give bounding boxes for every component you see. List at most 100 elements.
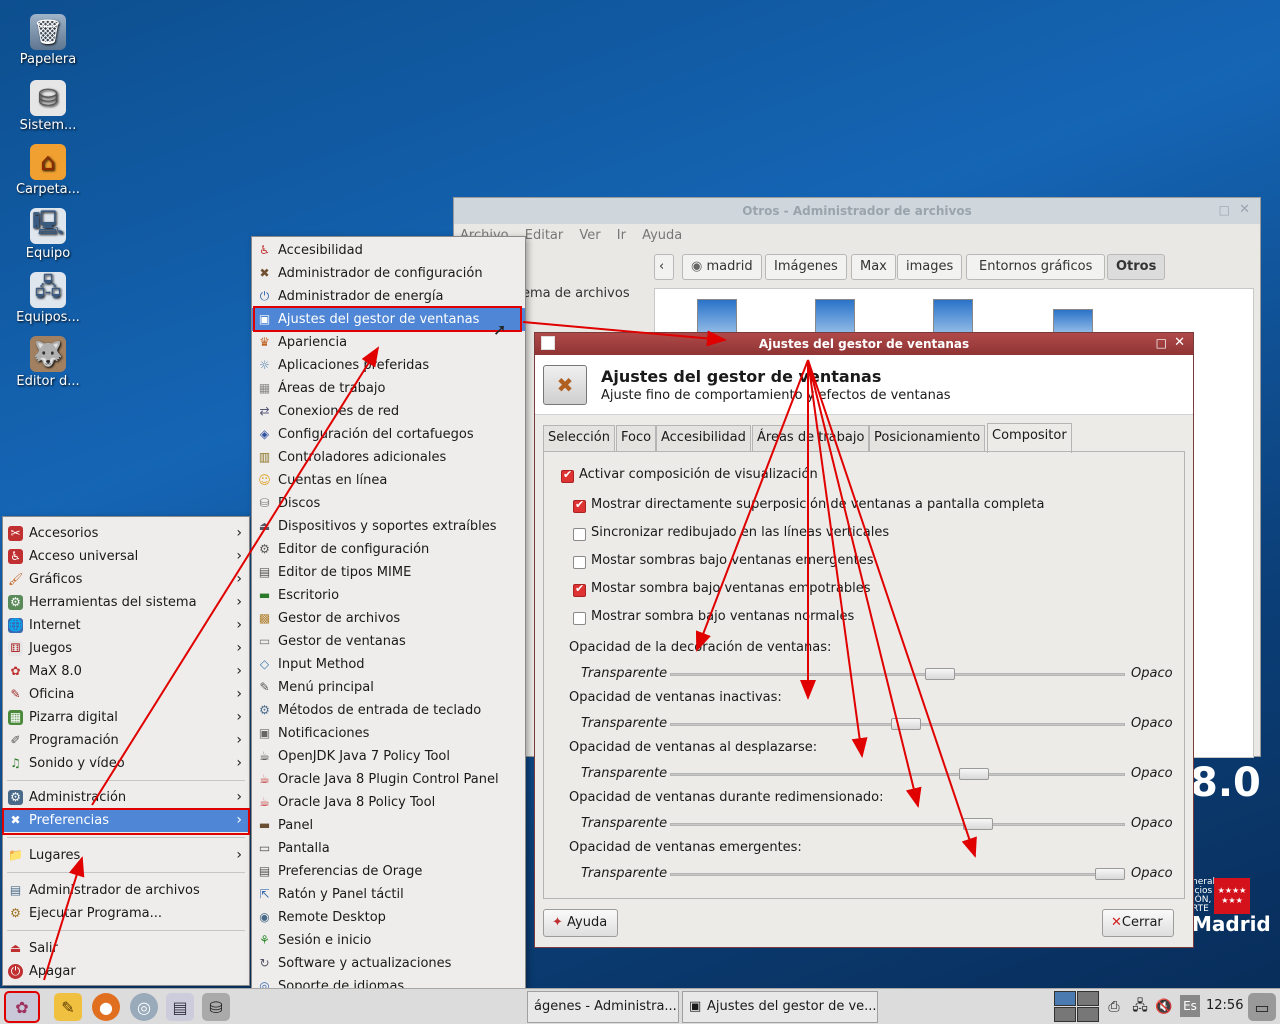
- prefs-menu-item[interactable]: ▬ Escritorio: [252, 584, 525, 607]
- prefs-menu-item[interactable]: ↻ Software y actualizaciones: [252, 952, 525, 975]
- option-checkbox[interactable]: [573, 556, 586, 569]
- opacity-slider-handle[interactable]: [959, 768, 989, 780]
- sidebar-item[interactable]: ema de archivos: [522, 286, 630, 301]
- opacity-slider-track[interactable]: [670, 673, 1125, 676]
- prefs-menu-item[interactable]: ☺ Cuentas en línea: [252, 469, 525, 492]
- tab-areas-trabajo[interactable]: Áreas de trabajo: [752, 425, 870, 451]
- tab-accesibilidad[interactable]: Accesibilidad: [656, 425, 751, 451]
- prefs-menu-item[interactable]: ▥ Controladores adicionales: [252, 446, 525, 469]
- document-icon[interactable]: ▤: [166, 993, 194, 1021]
- keyboard-layout-indicator[interactable]: Es: [1180, 995, 1200, 1017]
- prefs-menu-item[interactable]: ◉ Remote Desktop: [252, 906, 525, 929]
- prefs-menu-item[interactable]: ▭ Gestor de ventanas: [252, 630, 525, 653]
- prefs-menu-item[interactable]: ✖ Administrador de configuración: [252, 262, 525, 285]
- image-thumbnail[interactable]: [933, 299, 973, 333]
- prefs-menu-item[interactable]: ☕ Oracle Java 8 Policy Tool: [252, 791, 525, 814]
- desktop-icon-trash[interactable]: 🗑 Papelera: [8, 14, 88, 67]
- option-checkbox[interactable]: [573, 582, 586, 597]
- menu-item-lugares[interactable]: 📁 Lugares ›: [3, 844, 249, 867]
- menu-item-salir[interactable]: ⏏ Salir: [3, 937, 249, 960]
- close-dialog-button[interactable]: ✕Cerrar: [1102, 909, 1174, 937]
- opacity-slider-handle[interactable]: [925, 668, 955, 680]
- prefs-menu-item[interactable]: ☼ Aplicaciones preferidas: [252, 354, 525, 377]
- firefox-icon[interactable]: ●: [92, 993, 120, 1021]
- back-button[interactable]: ‹: [654, 254, 674, 280]
- menu-item-administracion[interactable]: ⚙ Administración ›: [3, 786, 249, 809]
- menu-ver[interactable]: Ver: [579, 228, 600, 243]
- prefs-menu-item[interactable]: ⇄ Conexiones de red: [252, 400, 525, 423]
- browser-icon[interactable]: ◎: [130, 993, 158, 1021]
- prefs-menu-item[interactable]: ◇ Input Method: [252, 653, 525, 676]
- workspace-4[interactable]: [1077, 1007, 1099, 1022]
- prefs-menu-item[interactable]: ⚙ Editor de configuración: [252, 538, 525, 561]
- menu-item-apagar[interactable]: ⏻ Apagar: [3, 960, 249, 983]
- menu-item-programacion[interactable]: ✐ Programación ›: [3, 729, 249, 752]
- breadcrumb-madrid[interactable]: ◉ madrid: [682, 254, 762, 280]
- menu-item-oficina[interactable]: ✎ Oficina ›: [3, 683, 249, 706]
- menu-editar[interactable]: Editar: [525, 228, 564, 243]
- opacity-slider-handle[interactable]: [891, 718, 921, 730]
- prefs-menu-item[interactable]: ⏻ Administrador de energía: [252, 285, 525, 308]
- drive-icon[interactable]: ⛁: [202, 993, 230, 1021]
- image-thumbnail[interactable]: [1053, 309, 1093, 333]
- prefs-menu-item[interactable]: ▣ Ajustes del gestor de ventanas: [252, 308, 525, 331]
- prefs-menu-item[interactable]: ⇱ Ratón y Panel táctil: [252, 883, 525, 906]
- volume-icon[interactable]: 🔇: [1150, 993, 1178, 1021]
- close-button[interactable]: ✕: [1239, 202, 1250, 217]
- prefs-menu-item[interactable]: ▭ Pantalla: [252, 837, 525, 860]
- prefs-menu-item[interactable]: ⛁ Discos: [252, 492, 525, 515]
- prefs-menu-item[interactable]: ▣ Notificaciones: [252, 722, 525, 745]
- breadcrumb-otros[interactable]: Otros: [1107, 254, 1166, 280]
- prefs-menu-item[interactable]: ⏏ Dispositivos y soportes extraíbles: [252, 515, 525, 538]
- breadcrumb-max[interactable]: Max: [851, 254, 896, 280]
- prefs-menu-item[interactable]: ⚙ Métodos de entrada de teclado: [252, 699, 525, 722]
- tab-compositor[interactable]: Compositor: [987, 423, 1072, 453]
- wm-settings-dialog[interactable]: Ajustes del gestor de ventanas □ ✕ ✖ Aju…: [534, 332, 1194, 948]
- prefs-menu-item[interactable]: ▬ Panel: [252, 814, 525, 837]
- task-file-manager[interactable]: ágenes - Administra...: [527, 991, 679, 1023]
- prefs-menu-item[interactable]: ☕ Oracle Java 8 Plugin Control Panel: [252, 768, 525, 791]
- menu-item-accesorios[interactable]: ✂ Accesorios ›: [3, 522, 249, 545]
- menu-item-pizarra[interactable]: ▦ Pizarra digital ›: [3, 706, 249, 729]
- prefs-menu-item[interactable]: ♿ Accesibilidad: [252, 239, 525, 262]
- close-button[interactable]: ✕: [1174, 335, 1185, 350]
- desktop-icon-gimp[interactable]: 🐺 Editor d...: [8, 336, 88, 389]
- opacity-slider-track[interactable]: [670, 823, 1125, 826]
- option-checkbox[interactable]: [573, 612, 586, 625]
- workspace-3[interactable]: [1054, 1007, 1076, 1022]
- menu-item-file-manager[interactable]: ▤ Administrador de archivos: [3, 879, 249, 902]
- tab-seleccion[interactable]: Selección: [543, 425, 615, 451]
- menu-item-internet[interactable]: 🌐 Internet ›: [3, 614, 249, 637]
- show-desktop-icon[interactable]: ▭: [1248, 993, 1276, 1021]
- menu-item-acceso-universal[interactable]: ♿ Acceso universal ›: [3, 545, 249, 568]
- printer-icon[interactable]: ⎙: [1100, 993, 1128, 1021]
- prefs-menu-item[interactable]: ♛ Apariencia: [252, 331, 525, 354]
- menu-item-preferencias[interactable]: ✖ Preferencias ›: [3, 809, 249, 832]
- tab-foco[interactable]: Foco: [616, 425, 657, 451]
- workspace-1[interactable]: [1054, 991, 1076, 1006]
- window-menu-icon[interactable]: [541, 336, 555, 350]
- app-menu-button[interactable]: ✿: [4, 991, 40, 1023]
- menu-item-graficos[interactable]: 🖌 Gráficos ›: [3, 568, 249, 591]
- prefs-menu-item[interactable]: ✎ Menú principal: [252, 676, 525, 699]
- breadcrumb-images[interactable]: images: [897, 254, 963, 280]
- image-thumbnail[interactable]: [697, 299, 737, 333]
- menu-item-max[interactable]: ✿ MaX 8.0 ›: [3, 660, 249, 683]
- notes-icon[interactable]: ✎: [54, 993, 82, 1021]
- clock[interactable]: 12:56: [1206, 998, 1243, 1013]
- menu-item-run[interactable]: ⚙ Ejecutar Programa...: [3, 902, 249, 925]
- opacity-slider-track[interactable]: [670, 873, 1125, 876]
- desktop-icon-computer[interactable]: 🖳 Equipo: [8, 208, 88, 261]
- breadcrumb-entornos[interactable]: Entornos gráficos: [966, 254, 1106, 280]
- menu-item-juegos[interactable]: ⚅ Juegos ›: [3, 637, 249, 660]
- task-wm-settings[interactable]: ▣ Ajustes del gestor de ve...: [682, 991, 878, 1023]
- menu-item-sonido[interactable]: ♫ Sonido y vídeo ›: [3, 752, 249, 775]
- tab-posicionamiento[interactable]: Posicionamiento: [869, 425, 986, 451]
- desktop-icon-filesystem[interactable]: ⛁ Sistem...: [8, 80, 88, 133]
- maximize-button[interactable]: □: [1156, 336, 1167, 350]
- image-thumbnail[interactable]: [815, 299, 855, 333]
- opacity-slider-handle[interactable]: [963, 818, 994, 830]
- menu-ayuda[interactable]: Ayuda: [642, 228, 682, 243]
- option-checkbox[interactable]: [573, 498, 586, 513]
- maximize-button[interactable]: □: [1219, 203, 1230, 217]
